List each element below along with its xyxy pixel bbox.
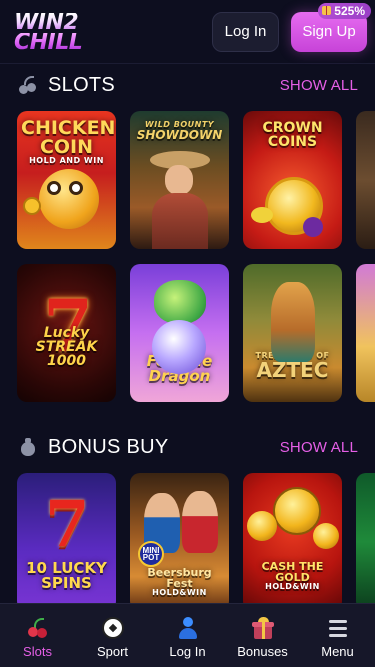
bonus-buy-title-text: BONUS BUY bbox=[48, 435, 169, 458]
nav-item-menu[interactable]: Menu bbox=[300, 613, 375, 659]
nav-item-bonuses[interactable]: Bonuses bbox=[225, 613, 300, 659]
cherry-icon bbox=[18, 75, 38, 95]
game-title: CROWN COINS bbox=[262, 120, 323, 150]
slots-row-1: CHICKEN COIN HOLD AND WIN WILD BOUNTY SH… bbox=[17, 111, 375, 249]
mini-pot-badge: MINI POT bbox=[138, 541, 164, 567]
game-tile-10-lucky-spins[interactable]: 7 10 LUCKY SPINS bbox=[17, 473, 116, 611]
bonus-buy-section-title: BONUS BUY bbox=[18, 436, 169, 459]
game-tile-showdown[interactable]: WILD BOUNTY SHOWDOWN bbox=[130, 111, 229, 249]
logo-line-2: CHILL bbox=[14, 29, 83, 55]
bonus-buy-section-header: BONUS BUY SHOW ALL bbox=[0, 432, 375, 462]
game-tile-lucky-streak[interactable]: 7 Lucky STREAK 1000 bbox=[17, 264, 116, 402]
nav-label: Log In bbox=[169, 643, 206, 659]
slots-show-all-link[interactable]: SHOW ALL bbox=[280, 77, 358, 94]
game-tile-treasures-of-aztec[interactable]: TREASURES OF AZTEC bbox=[243, 264, 342, 402]
bonus-buy-show-all-link[interactable]: SHOW ALL bbox=[280, 439, 358, 456]
top-header: WIN2 CHILL Log In Sign Up 525% bbox=[0, 0, 375, 64]
brand-logo[interactable]: WIN2 CHILL bbox=[14, 11, 83, 55]
bonus-badge-value: 525% bbox=[334, 3, 365, 18]
game-title: Lucky STREAK 1000 bbox=[35, 325, 98, 369]
slots-row-2: 7 Lucky STREAK 1000 Fortune Dragon TREAS… bbox=[17, 264, 375, 402]
bottom-navigation: Slots Sport Log In Bonuses Menu bbox=[0, 603, 375, 667]
game-title: WILD BOUNTY SHOWDOWN bbox=[136, 120, 223, 142]
user-icon bbox=[177, 616, 199, 639]
game-tile-beersburg-fest[interactable]: MINI POT Beersburg Fest HOLD&WIN bbox=[130, 473, 229, 611]
nav-label: Sport bbox=[96, 643, 129, 659]
game-tile-partial[interactable] bbox=[356, 264, 375, 402]
game-tile-crown-coins[interactable]: CROWN COINS bbox=[243, 111, 342, 249]
game-tile-partial[interactable] bbox=[356, 111, 375, 249]
nav-label: Menu bbox=[321, 643, 354, 659]
nav-label: Slots bbox=[23, 643, 52, 659]
bonus-badge: 525% bbox=[318, 2, 371, 19]
nav-item-slots[interactable]: Slots bbox=[0, 613, 75, 659]
game-title: CHICKEN COIN HOLD AND WIN bbox=[21, 117, 116, 165]
slots-section-header: SLOTS SHOW ALL bbox=[0, 70, 375, 100]
gift-icon bbox=[322, 6, 332, 15]
gift-icon bbox=[251, 616, 274, 639]
header-actions: Log In Sign Up 525% bbox=[212, 2, 371, 52]
game-tile-partial[interactable] bbox=[356, 473, 375, 611]
cherry-icon bbox=[27, 617, 49, 639]
nav-item-login[interactable]: Log In bbox=[150, 613, 225, 659]
slots-title-text: SLOTS bbox=[48, 73, 116, 96]
hamburger-menu-icon bbox=[327, 617, 349, 639]
slots-section-title: SLOTS bbox=[18, 74, 115, 97]
bonus-buy-row-1: 7 10 LUCKY SPINS MINI POT Beersburg Fest… bbox=[17, 473, 375, 611]
money-bag-icon bbox=[18, 437, 38, 457]
soccer-ball-icon bbox=[101, 616, 124, 639]
login-button[interactable]: Log In bbox=[212, 11, 279, 52]
game-tile-chicken-coin[interactable]: CHICKEN COIN HOLD AND WIN bbox=[17, 111, 116, 249]
game-tile-cash-the-gold[interactable]: CASH THE GOLD HOLD&WIN bbox=[243, 473, 342, 611]
game-tile-fortune-dragon[interactable]: Fortune Dragon bbox=[130, 264, 229, 402]
nav-item-sport[interactable]: Sport bbox=[75, 613, 150, 659]
nav-label: Bonuses bbox=[237, 643, 288, 659]
signup-wrapper: Sign Up 525% bbox=[291, 2, 371, 52]
